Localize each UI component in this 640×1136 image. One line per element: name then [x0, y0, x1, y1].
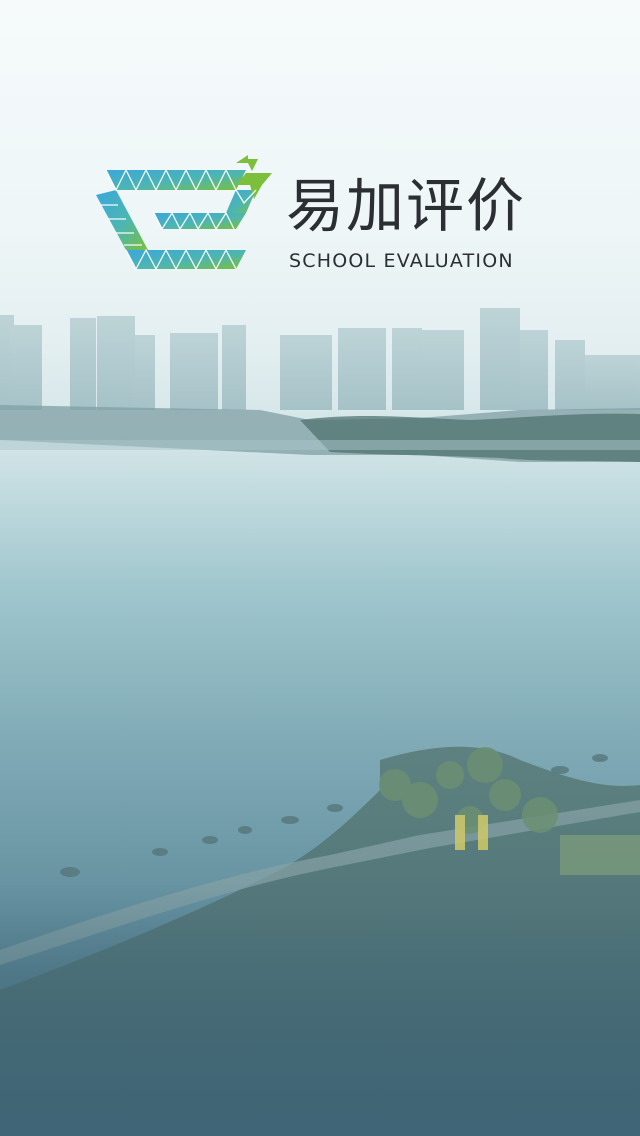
brand-tagline: SCHOOL EVALUATION — [289, 250, 514, 272]
skyline — [0, 308, 640, 410]
brand-name: 易加评价 — [286, 172, 527, 240]
logo-icon — [96, 155, 272, 271]
splash-screen: 易加评价 SCHOOL EVALUATION — [0, 0, 640, 1136]
app-logo: 易加评价 SCHOOL EVALUATION — [96, 155, 556, 275]
